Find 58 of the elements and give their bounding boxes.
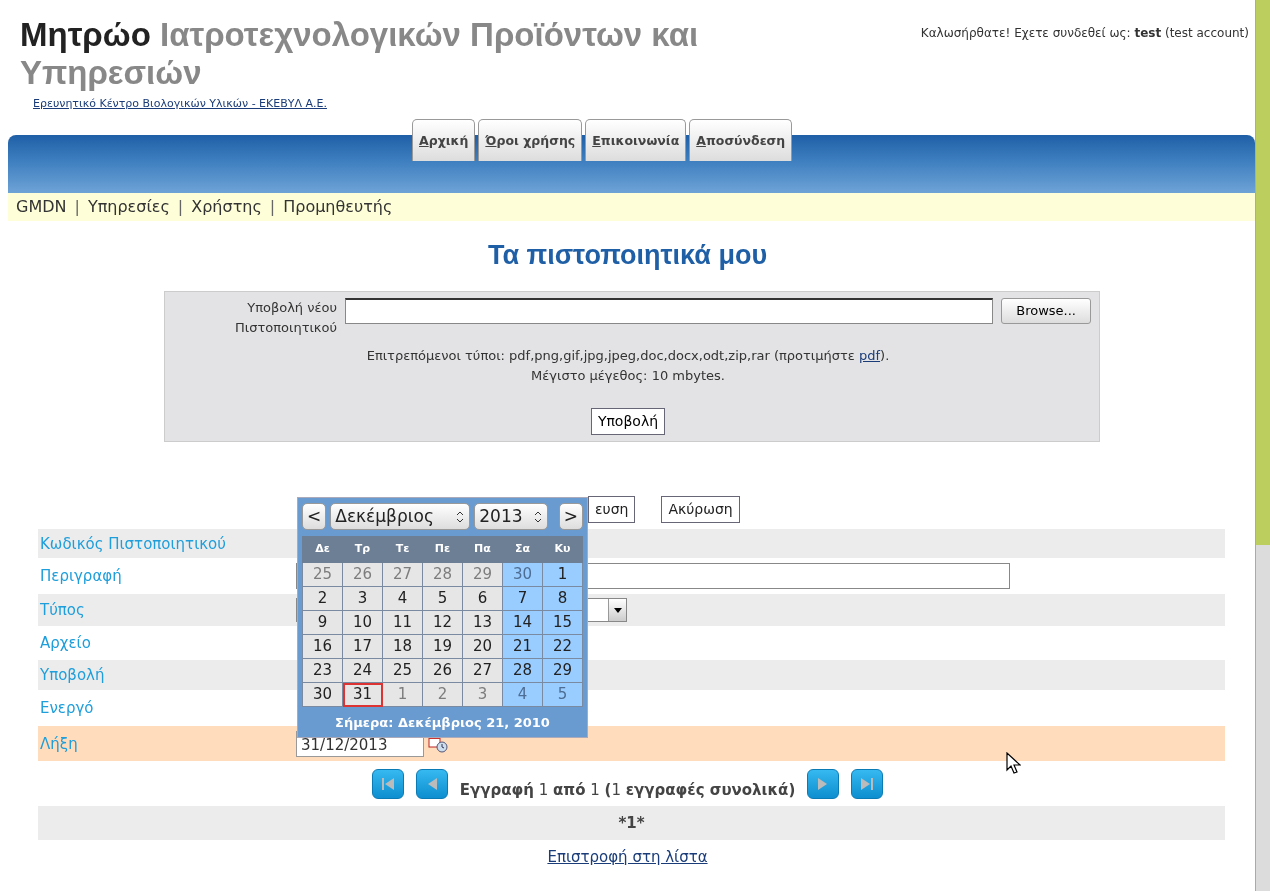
weekday-header: Πε — [422, 536, 463, 563]
field-label: Ενεργό — [39, 698, 95, 719]
subnav-link[interactable]: GMDN — [16, 194, 67, 219]
browse-button[interactable]: Browse... — [1001, 298, 1091, 324]
month-dropdown[interactable]: Δεκέμβριος — [330, 503, 471, 530]
calendar-day[interactable]: 23 — [302, 658, 343, 683]
file-input-field[interactable] — [345, 298, 994, 325]
weekday-header: Πα — [462, 536, 503, 563]
allowed-types-text: Επιτρεπόμενοι τύποι: pdf,png,gif,jpg,jpeg,doc,docx,odt,zip,rar (προτιμήστε pdf). — [365, 347, 891, 366]
calendar-day[interactable]: 16 — [302, 634, 343, 659]
subnav-link[interactable]: Προμηθευτής — [283, 194, 393, 219]
year-dropdown[interactable]: 2013 — [474, 503, 549, 530]
form-button[interactable]: ευση — [588, 496, 636, 524]
site-title: Μητρώο Ιατροτεχνολογικών Προϊόντων και Υπηρεσιών — [20, 16, 700, 92]
subnav-link[interactable]: Υπηρεσίες — [87, 194, 170, 219]
weekday-header: Δε — [302, 536, 343, 563]
previous-month-button[interactable]: < — [302, 503, 327, 530]
nav-tab[interactable]: Όροι χρήσης — [478, 119, 583, 161]
field-label: Λήξη — [39, 733, 79, 755]
scrollbar-thumb[interactable] — [1256, 0, 1270, 545]
nav-tab[interactable]: Επικοινωνία — [585, 119, 687, 161]
dropdown-arrow-icon — [613, 607, 622, 613]
calendar-day[interactable]: 9 — [302, 610, 343, 635]
field-label: Περιγραφή — [39, 566, 123, 587]
calendar-day[interactable]: 2 — [302, 586, 343, 611]
nav-tab[interactable]: Αποσύνδεση — [689, 119, 793, 161]
nav-tab[interactable]: Αρχική — [412, 119, 476, 161]
subnav-link[interactable]: Χρήστης — [191, 194, 262, 219]
form-button[interactable]: Ακύρωση — [661, 496, 740, 524]
calendar-day[interactable]: 30 — [302, 682, 343, 707]
previous-page-button[interactable] — [415, 769, 448, 800]
submit-button[interactable]: Υποβολή — [590, 408, 666, 436]
separator: | — [177, 195, 184, 218]
weekday-header: Κυ — [542, 536, 583, 563]
next-month-button[interactable]: > — [558, 503, 583, 530]
page-number: *1* — [38, 805, 1225, 841]
page-title: Τα πιστοποιητικά μου — [486, 238, 769, 272]
weekday-header: Σα — [502, 536, 543, 563]
organization-link[interactable]: Ερευνητικό Κέντρο Βιολογικών Υλικών - ΕΚΕΒΥΛ Α.Ε. — [33, 97, 327, 110]
field-label: Υποβολή — [39, 665, 106, 686]
field-label: Τύπος — [39, 600, 86, 621]
field-label: Κωδικός Πιστοποιητικού — [39, 533, 227, 555]
upload-label: Υποβολή νέου Πιστοποιητικού — [234, 299, 337, 338]
max-size-text: Μέγιστο μέγεθος: 10 mbytes. — [530, 367, 726, 386]
back-to-list-link[interactable]: Επιστροφή στη λίστα — [0, 846, 1255, 869]
record-count-text: Εγγραφή 1 από 1 (1 εγγραφές συνολικά) — [459, 780, 796, 802]
weekday-header: Τε — [382, 536, 423, 563]
field-label: Αρχείο — [39, 633, 92, 654]
welcome-text: Καλωσήρθατε! Εχετε συνδεθεί ως: test (test account) — [920, 25, 1249, 42]
separator: | — [74, 195, 80, 218]
pdf-link[interactable]: pdf — [859, 348, 881, 364]
separator: | — [269, 195, 276, 218]
today-text: Σήμερα: Δεκέμβριος 21, 2010 — [334, 714, 551, 732]
weekday-header: Τρ — [342, 536, 383, 563]
next-page-button[interactable] — [807, 769, 840, 800]
scrollbar[interactable] — [1255, 0, 1270, 891]
first-page-button[interactable] — [371, 769, 404, 800]
last-page-button[interactable] — [851, 769, 884, 800]
